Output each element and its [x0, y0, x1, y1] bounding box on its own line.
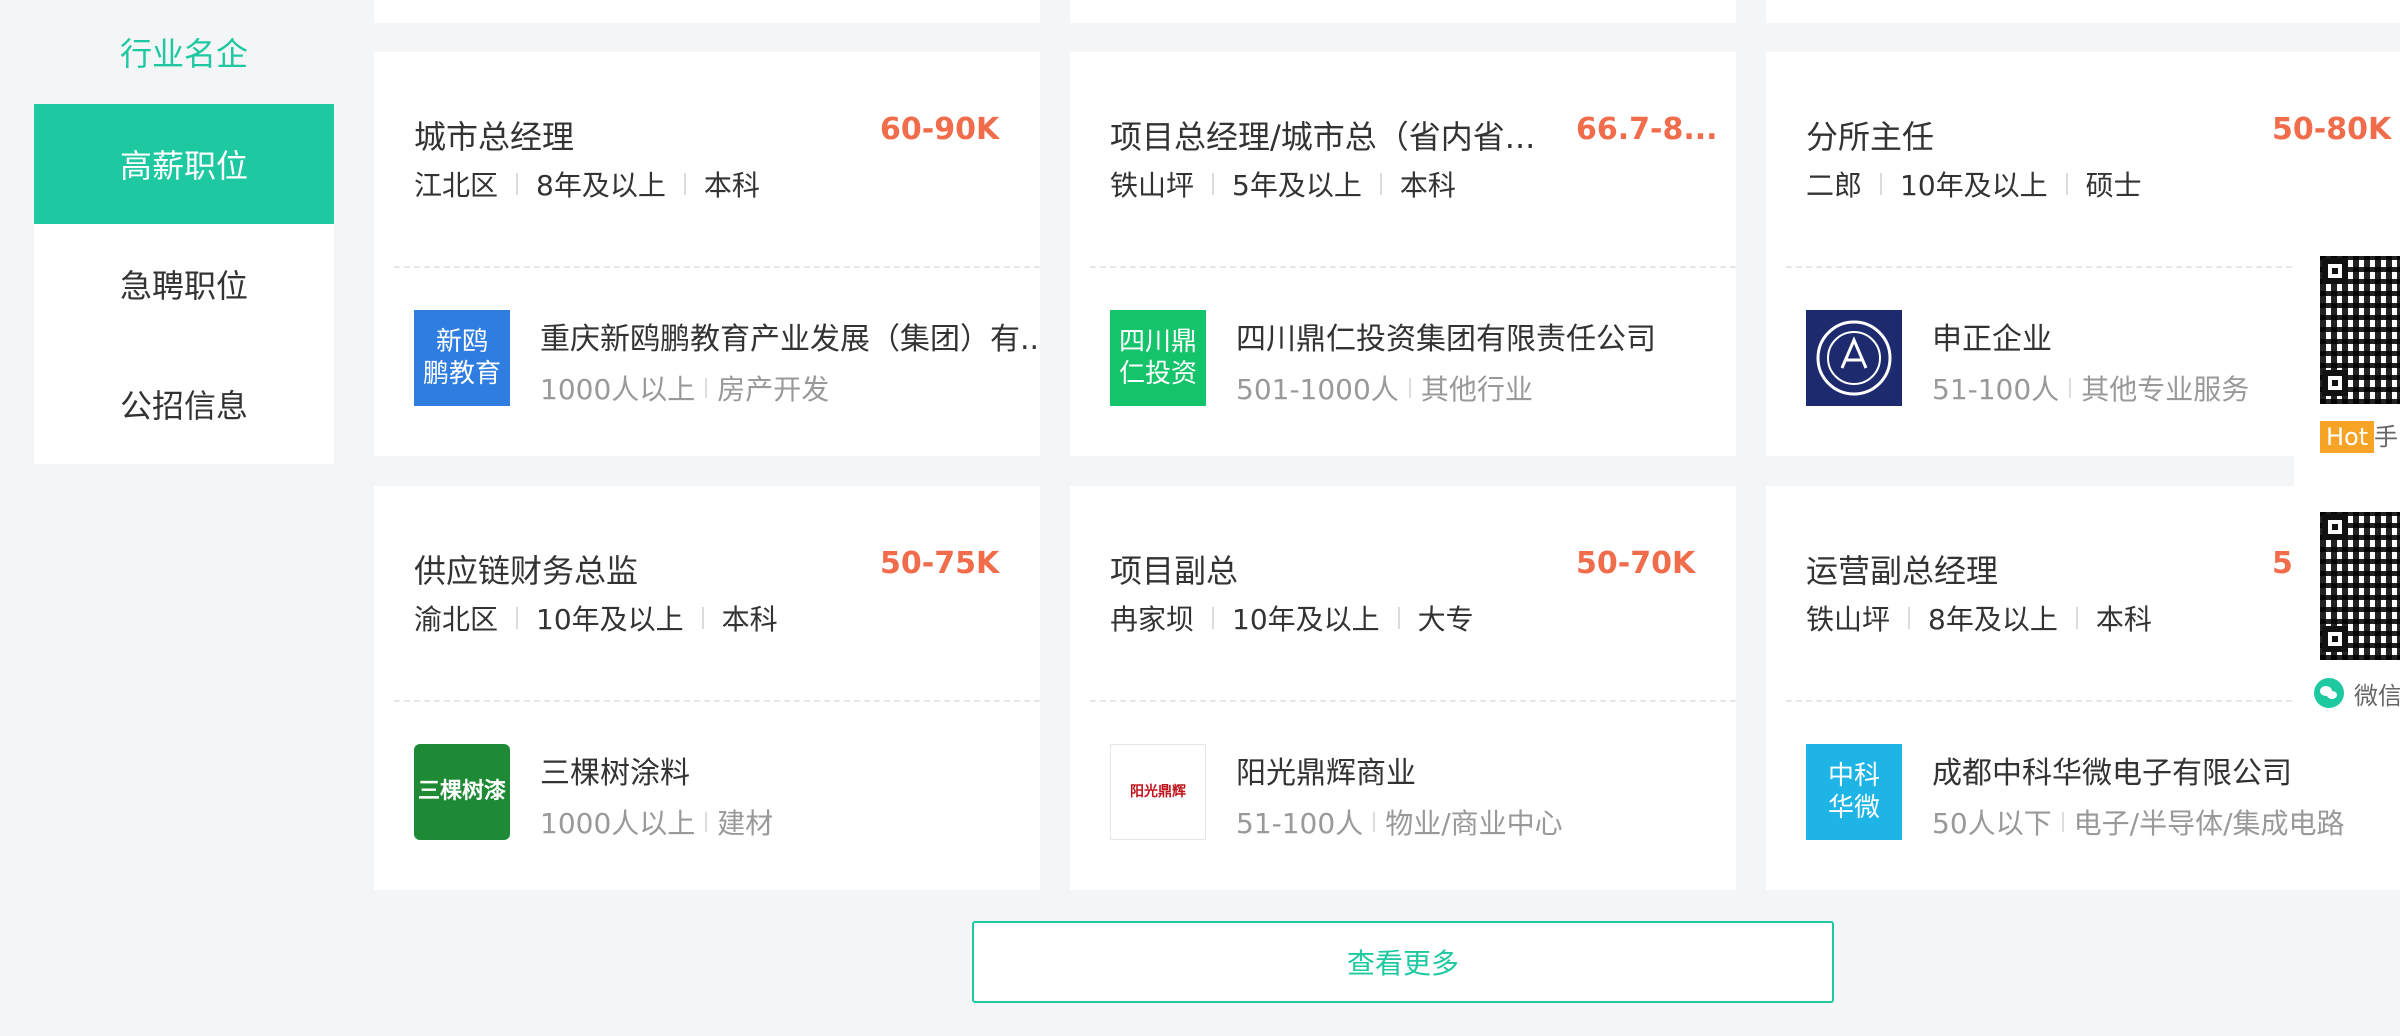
- job-title[interactable]: 运营副总经理: [1806, 546, 1998, 592]
- job-location: 铁山坪: [1806, 603, 1891, 636]
- job-meta: 冉家坝 10年及以上 大专: [1110, 598, 1474, 638]
- company-meta: 1000人以上 房产开发: [540, 368, 829, 408]
- company-name[interactable]: 申正企业: [1932, 314, 2052, 358]
- company-name[interactable]: 阳光鼎辉商业: [1236, 748, 1416, 792]
- job-card[interactable]: 城市总经理 60-90K 江北区 8年及以上 本科 新鸥 鹏教育 重庆新鸥鹏教育…: [374, 52, 1040, 456]
- company-logo[interactable]: 三棵树漆: [414, 744, 510, 840]
- job-education: 本科: [703, 169, 760, 202]
- company-size: 51-100人: [1236, 807, 1364, 840]
- job-card[interactable]: 项目副总 50-70K 冉家坝 10年及以上 大专 阳光鼎辉 阳光鼎辉商业 51…: [1070, 486, 1736, 890]
- job-salary: 50-75K: [880, 546, 1000, 581]
- company-meta: 51-100人 物业/商业中心: [1236, 802, 1563, 842]
- job-salary: 50-80K: [2272, 112, 2392, 147]
- job-education: 本科: [721, 603, 778, 636]
- company-industry: 物业/商业中心: [1385, 807, 1563, 840]
- job-experience: 5年及以上: [1232, 169, 1362, 202]
- logo-text: 阳光鼎辉: [1130, 784, 1186, 800]
- job-location: 铁山坪: [1110, 169, 1195, 202]
- job-title[interactable]: 供应链财务总监: [414, 546, 638, 592]
- nav-item-public-recruitment[interactable]: 公招信息: [34, 344, 334, 464]
- wechat-qr-code[interactable]: [2320, 512, 2400, 660]
- company-logo[interactable]: [1806, 310, 1902, 406]
- job-experience: 8年及以上: [1928, 603, 2058, 636]
- job-meta: 铁山坪 5年及以上 本科: [1110, 164, 1456, 204]
- job-salary: 50-70K: [1576, 546, 1696, 581]
- job-education: 大专: [1417, 603, 1474, 636]
- app-download-label: 手: [2374, 423, 2398, 451]
- company-logo[interactable]: 新鸥 鹏教育: [414, 310, 510, 406]
- job-education: 本科: [2095, 603, 2152, 636]
- job-salary: 66.7-8...: [1576, 112, 1718, 147]
- logo-text: 新鸥: [435, 327, 488, 357]
- job-education: 硕士: [2085, 169, 2142, 202]
- logo-text: 鹏教育: [422, 359, 501, 389]
- company-industry: 其他行业: [1420, 373, 1533, 406]
- company-name[interactable]: 三棵树涂料: [540, 748, 690, 792]
- card-edge: [1070, 0, 1736, 23]
- job-title[interactable]: 项目副总: [1110, 546, 1238, 592]
- nav-item-industry-companies[interactable]: 行业名企: [34, 0, 334, 104]
- hot-badge: Hot: [2320, 421, 2375, 453]
- job-meta: 渝北区 10年及以上 本科: [414, 598, 778, 638]
- company-name[interactable]: 成都中科华微电子有限公司: [1932, 748, 2292, 792]
- category-sidebar: 行业名企 高薪职位 急聘职位 公招信息: [34, 0, 334, 464]
- company-size: 1000人以上: [540, 807, 696, 840]
- view-more-button[interactable]: 查看更多: [972, 921, 1834, 1003]
- card-divider: [1090, 700, 1736, 702]
- job-location: 冉家坝: [1110, 603, 1195, 636]
- wechat-label: 微信: [2354, 682, 2400, 710]
- company-size: 501-1000人: [1236, 373, 1399, 406]
- job-card[interactable]: 项目总经理/城市总（省内省... 66.7-8... 铁山坪 5年及以上 本科 …: [1070, 52, 1736, 456]
- logo-text: 中科: [1827, 761, 1880, 791]
- card-edge: [374, 0, 1040, 23]
- logo-text: 四川鼎: [1118, 327, 1197, 357]
- card-divider: [394, 266, 1040, 268]
- company-name[interactable]: 四川鼎仁投资集团有限责任公司: [1236, 314, 1656, 358]
- company-logo[interactable]: 中科 华微: [1806, 744, 1902, 840]
- job-meta: 铁山坪 8年及以上 本科: [1806, 598, 2152, 638]
- job-title[interactable]: 项目总经理/城市总（省内省...: [1110, 112, 1535, 158]
- company-meta: 51-100人 其他专业服务: [1932, 368, 2249, 408]
- job-experience: 8年及以上: [536, 169, 666, 202]
- company-industry: 电子/半导体/集成电路: [2073, 807, 2345, 840]
- qr-code-panel: Hot 手 微信: [2294, 238, 2400, 712]
- company-size: 1000人以上: [540, 373, 696, 406]
- company-meta: 1000人以上 建材: [540, 802, 773, 842]
- company-size: 50人以下: [1932, 807, 2052, 840]
- company-logo[interactable]: 阳光鼎辉: [1110, 744, 1206, 840]
- logo-text: 三棵树漆: [417, 779, 506, 804]
- job-title[interactable]: 城市总经理: [414, 112, 574, 158]
- job-meta: 二郎 10年及以上 硕士: [1806, 164, 2142, 204]
- job-experience: 10年及以上: [1900, 169, 2048, 202]
- company-meta: 50人以下 电子/半导体/集成电路: [1932, 802, 2345, 842]
- logo-text: 华微: [1827, 793, 1880, 823]
- company-meta: 501-1000人 其他行业: [1236, 368, 1533, 408]
- job-meta: 江北区 8年及以上 本科: [414, 164, 760, 204]
- company-logo[interactable]: 四川鼎 仁投资: [1110, 310, 1206, 406]
- card-edge: [1766, 0, 2400, 23]
- job-title[interactable]: 分所主任: [1806, 112, 1934, 158]
- company-name[interactable]: 重庆新鸥鹏教育产业发展（集团）有...: [540, 314, 1040, 358]
- job-location: 二郎: [1806, 169, 1863, 202]
- card-divider: [1090, 266, 1736, 268]
- wechat-icon: [2314, 678, 2344, 708]
- card-divider: [394, 700, 1040, 702]
- job-education: 本科: [1399, 169, 1456, 202]
- job-card[interactable]: 供应链财务总监 50-75K 渝北区 10年及以上 本科 三棵树漆 三棵树涂料 …: [374, 486, 1040, 890]
- company-industry: 房产开发: [717, 373, 830, 406]
- job-salary: 60-90K: [880, 112, 1000, 147]
- company-industry: 建材: [717, 807, 774, 840]
- company-size: 51-100人: [1932, 373, 2060, 406]
- app-qr-code[interactable]: [2320, 256, 2400, 404]
- job-experience: 10年及以上: [1232, 603, 1380, 636]
- logo-text: 仁投资: [1118, 359, 1197, 389]
- job-location: 江北区: [414, 169, 499, 202]
- job-experience: 10年及以上: [536, 603, 684, 636]
- nav-item-high-salary[interactable]: 高薪职位: [34, 104, 334, 224]
- seal-icon: [1816, 320, 1892, 396]
- company-industry: 其他专业服务: [2081, 373, 2250, 406]
- job-location: 渝北区: [414, 603, 499, 636]
- nav-item-urgent[interactable]: 急聘职位: [34, 224, 334, 344]
